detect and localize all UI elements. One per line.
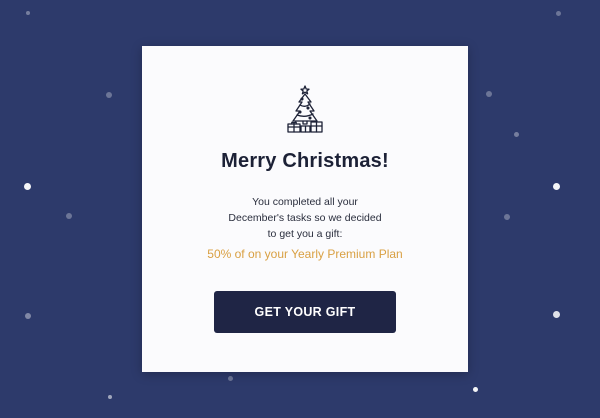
message-line: You completed all your: [252, 196, 358, 208]
snowflake: [553, 183, 560, 190]
snowflake: [553, 311, 560, 318]
christmas-tree-icon: [285, 84, 325, 134]
snowflake: [514, 132, 519, 137]
snowflake: [556, 11, 561, 16]
offer-text: 50% of on your Yearly Premium Plan: [207, 247, 403, 261]
modal-message: You completed all your December's tasks …: [225, 194, 385, 242]
get-gift-button[interactable]: GET YOUR GIFT: [214, 291, 396, 333]
snowflake: [473, 387, 478, 392]
snowflake: [66, 213, 72, 219]
gift-modal: Merry Christmas! You completed all your …: [142, 46, 468, 372]
snowflake: [24, 183, 31, 190]
message-line: to get you a gift:: [267, 228, 343, 240]
snowflake: [108, 395, 112, 399]
snowflake: [106, 92, 112, 98]
message-line: December's tasks so we decided: [228, 212, 382, 224]
snowflake: [26, 11, 30, 15]
snowflake: [486, 91, 492, 97]
snowflake: [25, 313, 31, 319]
modal-title: Merry Christmas!: [221, 150, 389, 172]
snowflake: [228, 376, 233, 381]
snowflake: [504, 214, 510, 220]
